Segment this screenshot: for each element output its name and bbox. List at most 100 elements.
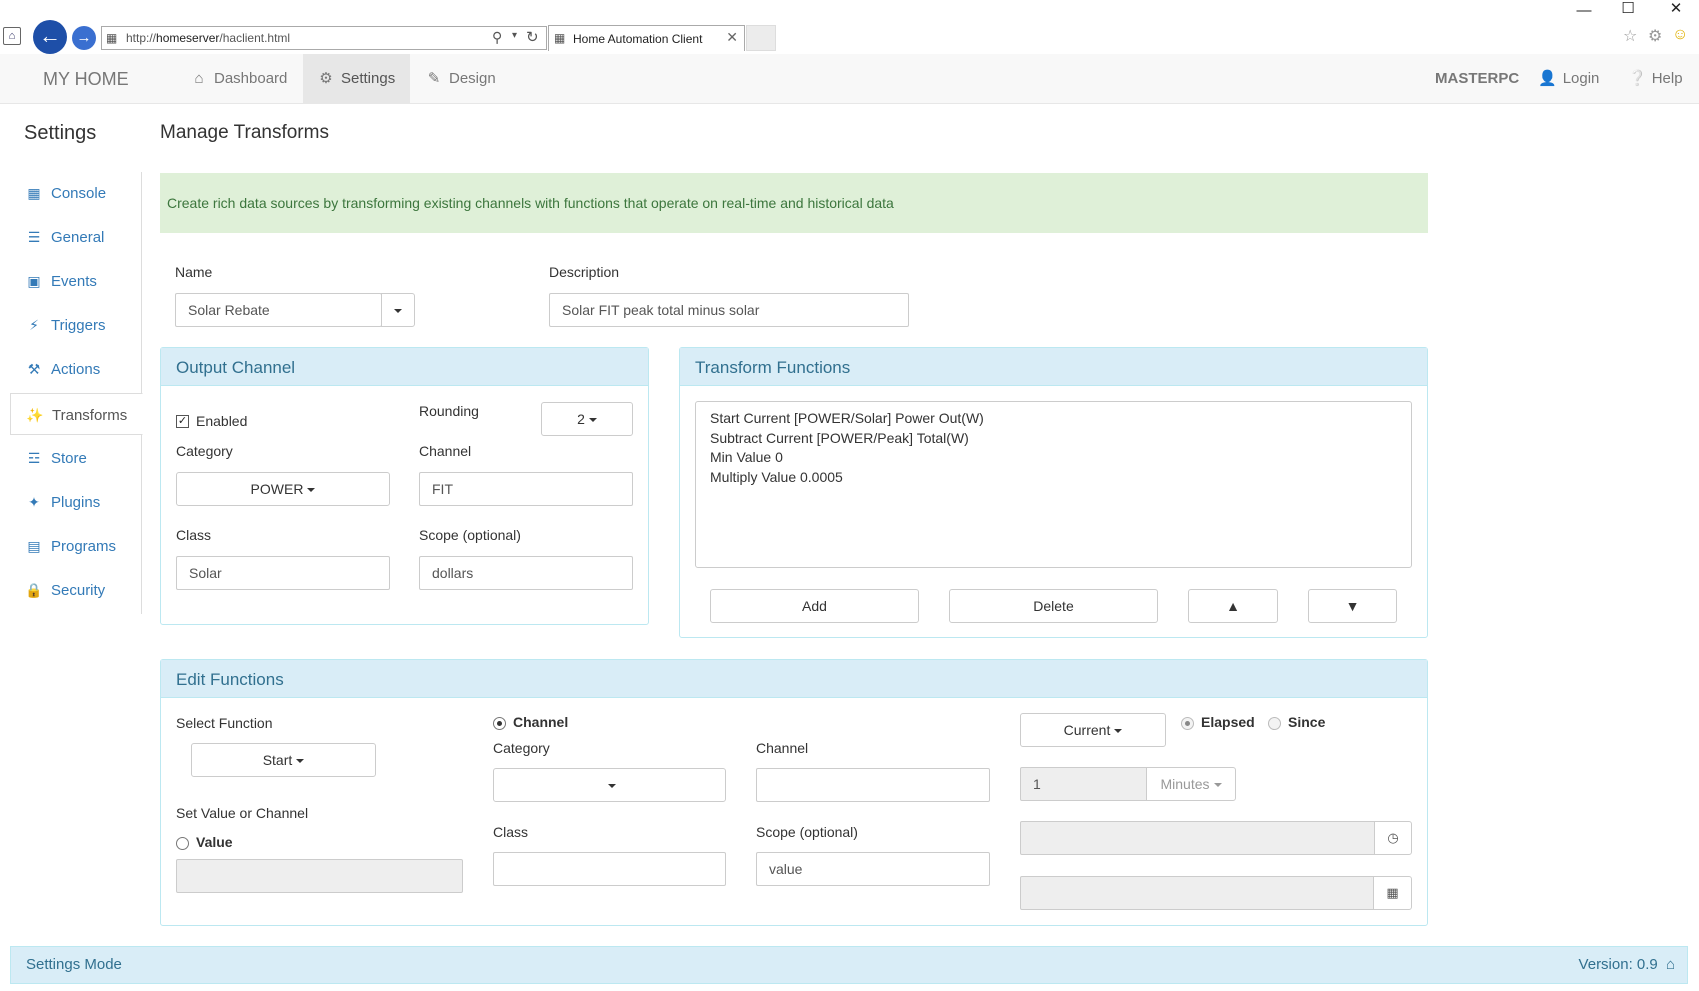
- sidebar-title: Settings: [24, 122, 97, 144]
- page-title: Manage Transforms: [160, 122, 329, 143]
- magic-wand-icon: ✨: [26, 407, 44, 423]
- channel-radio-label: Channel: [513, 714, 569, 730]
- file-code-icon: ▤: [27, 538, 41, 554]
- channel-radio[interactable]: [493, 717, 506, 730]
- puzzle-icon: ✦: [28, 494, 40, 510]
- clock-icon[interactable]: ◷: [1374, 821, 1412, 855]
- name-dropdown-button[interactable]: [381, 293, 415, 327]
- category-dropdown[interactable]: POWER: [176, 472, 390, 506]
- list-item[interactable]: Multiply Value 0.0005: [710, 468, 1397, 488]
- nav-dashboard[interactable]: ⌂ Dashboard: [176, 54, 301, 104]
- sidebar-item-store[interactable]: ☲ Store: [10, 437, 142, 479]
- sidebar-item-programs[interactable]: ▤ Programs: [10, 525, 142, 567]
- tab-close-icon[interactable]: ✕: [726, 29, 738, 46]
- edit-category-dropdown[interactable]: [493, 768, 726, 802]
- move-down-button[interactable]: ▼: [1308, 589, 1397, 623]
- list-item[interactable]: Subtract Current [POWER/Peak] Total(W): [710, 429, 1397, 449]
- smiley-icon[interactable]: ☺: [1672, 26, 1688, 44]
- rounding-dropdown[interactable]: 2: [541, 402, 633, 436]
- page-icon: ⌂: [3, 27, 21, 45]
- browser-chrome: — ☐ ✕ ⌂ ← → ▦ http://homeserver/haclient…: [0, 0, 1699, 54]
- tools-gear-icon[interactable]: ⚙: [1648, 26, 1662, 46]
- nav-settings[interactable]: ⚙ Settings: [303, 54, 410, 104]
- edit-class-input[interactable]: [493, 852, 726, 886]
- date-input: [1020, 876, 1374, 910]
- minimize-icon[interactable]: —: [1572, 2, 1596, 22]
- browser-tab[interactable]: ▦ Home Automation Client ✕: [548, 25, 745, 51]
- period-unit-dropdown[interactable]: Minutes: [1146, 767, 1236, 801]
- app-navbar: MY HOME ⌂ Dashboard ⚙ Settings ✎ Design MAS…: [0, 54, 1699, 104]
- forward-icon[interactable]: →: [72, 26, 96, 50]
- refresh-icon[interactable]: ↻: [526, 28, 539, 46]
- value-input: [176, 859, 463, 893]
- new-tab-button[interactable]: [746, 25, 776, 51]
- edit-channel-input[interactable]: [756, 768, 990, 802]
- time-input: [1020, 821, 1375, 855]
- channel-label: Channel: [419, 443, 472, 459]
- move-up-button[interactable]: ▲: [1188, 589, 1278, 623]
- chevron-down-icon: [307, 488, 316, 493]
- edit-channel-label: Channel: [756, 740, 809, 756]
- elapsed-radio[interactable]: [1181, 717, 1194, 730]
- url-text: http://homeserver/haclient.html: [126, 31, 291, 45]
- tab-favicon-icon: ▦: [554, 31, 566, 45]
- select-function-dropdown[interactable]: Start: [191, 743, 376, 777]
- list-item[interactable]: Start Current [POWER/Solar] Power Out(W): [710, 409, 1397, 429]
- channel-input[interactable]: FIT: [419, 472, 633, 506]
- calendar-icon[interactable]: ▦: [1373, 876, 1412, 910]
- info-alert: Create rich data sources by transforming…: [160, 173, 1428, 233]
- value-radio[interactable]: [176, 837, 189, 850]
- nav-design[interactable]: ✎ Design: [411, 54, 510, 104]
- bolt-icon: ⚡: [29, 317, 39, 333]
- edit-scope-label: Scope (optional): [756, 824, 858, 840]
- address-bar[interactable]: ▦ http://homeserver/haclient.html ⚲ ▾ ↻: [101, 26, 547, 50]
- description-input[interactable]: Solar FIT peak total minus solar: [549, 293, 909, 327]
- enabled-checkbox[interactable]: ✓: [176, 415, 189, 428]
- transform-functions-heading: Transform Functions: [680, 348, 1427, 386]
- status-footer: Settings Mode Version: 0.9 ⌂: [10, 946, 1688, 984]
- sidebar-item-events[interactable]: ▣ Events: [10, 260, 142, 302]
- edit-category-label: Category: [493, 740, 550, 756]
- brand-title[interactable]: MY HOME: [43, 69, 129, 90]
- since-radio[interactable]: [1268, 717, 1281, 730]
- period-input[interactable]: 1: [1020, 767, 1147, 801]
- search-icon[interactable]: ⚲: [492, 29, 502, 46]
- sidebar-item-actions[interactable]: ⚒ Actions: [10, 348, 142, 390]
- name-input[interactable]: Solar Rebate: [175, 293, 382, 327]
- favorites-star-icon[interactable]: ☆: [1623, 26, 1637, 46]
- help-link[interactable]: ❔ Help: [1628, 54, 1683, 104]
- table-icon: ▦: [27, 185, 41, 201]
- mode-dropdown[interactable]: Current: [1020, 713, 1166, 747]
- tab-title: Home Automation Client: [573, 32, 703, 46]
- chevron-down-icon: [296, 759, 305, 764]
- home-icon: ⌂: [194, 70, 204, 87]
- chevron-down-icon: [394, 309, 402, 314]
- maximize-icon[interactable]: ☐: [1616, 0, 1640, 20]
- edit-scope-input[interactable]: value: [756, 852, 990, 886]
- set-value-label: Set Value or Channel: [176, 805, 309, 821]
- version-text: Version: 0.9 ⌂: [1578, 956, 1675, 973]
- function-list[interactable]: Start Current [POWER/Solar] Power Out(W)…: [695, 401, 1412, 568]
- lock-icon: 🔒: [25, 582, 43, 598]
- login-link[interactable]: 👤 Login: [1538, 54, 1599, 104]
- sidebar-item-general[interactable]: ☰ General: [10, 216, 142, 258]
- sidebar-item-triggers[interactable]: ⚡ Triggers: [10, 304, 142, 346]
- class-label: Class: [176, 527, 212, 543]
- list-item[interactable]: Min Value 0: [710, 448, 1397, 468]
- site-icon: ▦: [106, 31, 118, 45]
- chevron-down-icon: [1213, 783, 1222, 788]
- wrench-icon: ⚒: [27, 361, 41, 377]
- sidebar-item-console[interactable]: ▦ Console: [10, 172, 142, 214]
- class-input[interactable]: Solar: [176, 556, 390, 590]
- home-icon[interactable]: ⌂: [1666, 956, 1675, 973]
- dropdown-icon[interactable]: ▾: [512, 30, 517, 41]
- scope-label: Scope (optional): [419, 527, 521, 543]
- sidebar-item-transforms[interactable]: ✨ Transforms: [10, 393, 143, 435]
- close-window-icon[interactable]: ✕: [1664, 0, 1688, 20]
- sidebar-item-security[interactable]: 🔒 Security: [10, 569, 142, 611]
- delete-button[interactable]: Delete: [949, 589, 1158, 623]
- back-icon[interactable]: ←: [33, 20, 67, 54]
- add-button[interactable]: Add: [710, 589, 919, 623]
- scope-input[interactable]: dollars: [419, 556, 633, 590]
- sidebar-item-plugins[interactable]: ✦ Plugins: [10, 481, 142, 523]
